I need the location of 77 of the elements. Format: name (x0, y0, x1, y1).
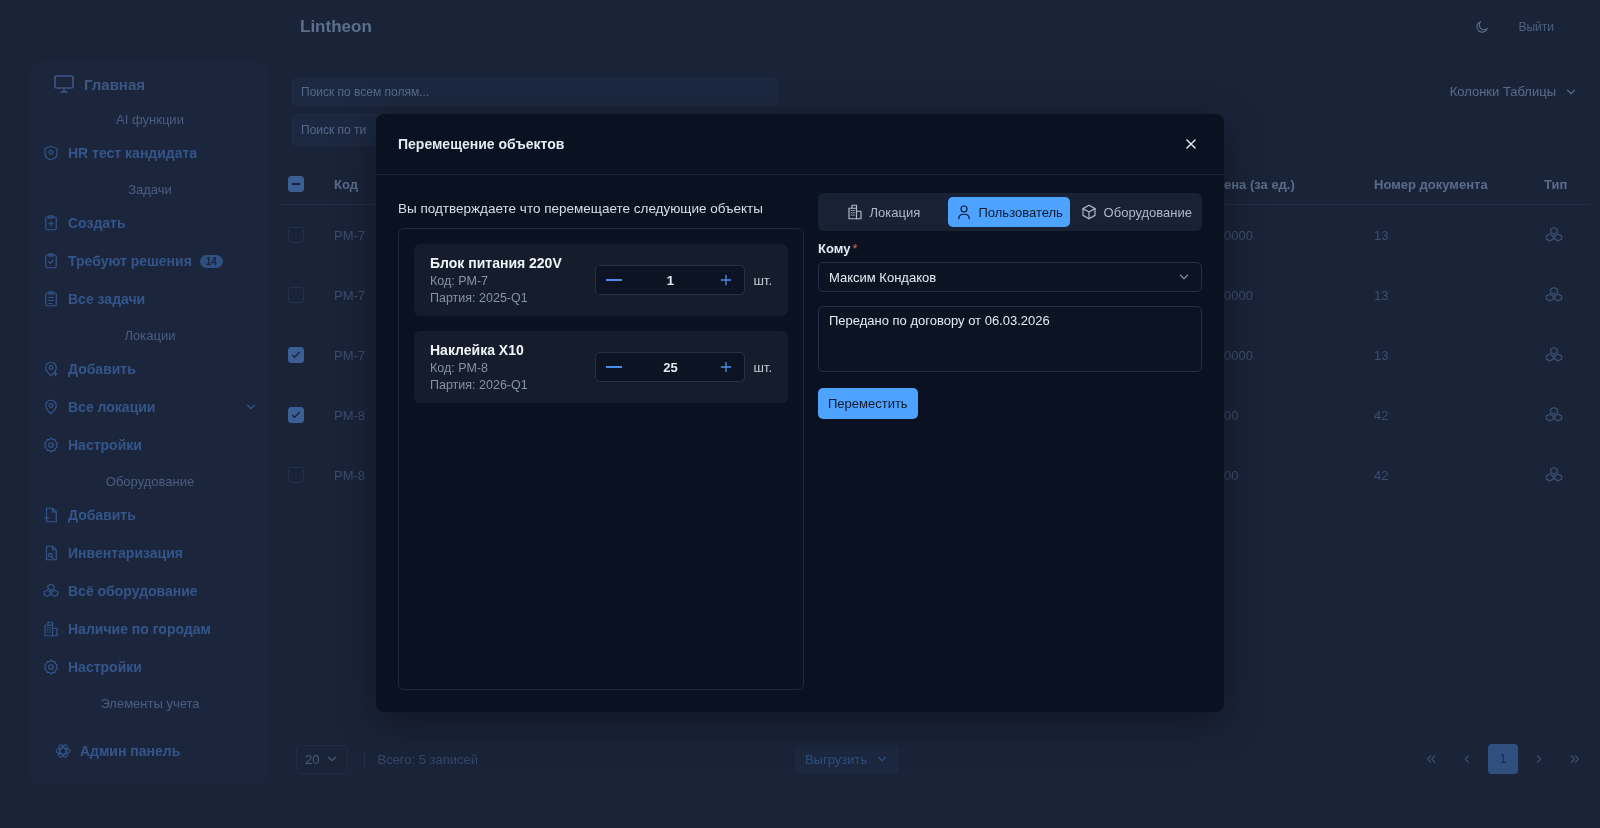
clipboard-plus-icon (42, 214, 60, 232)
comment-field[interactable]: Передано по договору от 06.03.2026 (818, 306, 1202, 372)
logout-button[interactable]: Выйти (1512, 19, 1560, 35)
sidebar-item[interactable]: Создать (42, 204, 258, 242)
select-all-checkbox[interactable] (288, 176, 304, 192)
settings-icon (42, 658, 60, 676)
cube-icon (1079, 203, 1098, 221)
item-code: Код: PM-7 (430, 274, 490, 288)
item-code: Код: PM-8 (430, 361, 490, 375)
admin-panel-link[interactable]: Админ панель (42, 732, 258, 770)
column-header: Номер документа (1374, 176, 1489, 192)
sidebar-item[interactable]: Добавить (42, 350, 258, 388)
atom-icon (54, 742, 72, 760)
sidebar-item[interactable]: Инвентаризация (42, 534, 258, 572)
page-button[interactable]: 1 (1488, 744, 1518, 774)
pin-plus-icon (42, 360, 60, 378)
clipboard-list-icon (42, 290, 60, 308)
export-dropdown[interactable]: Выгрузить (794, 744, 900, 774)
double-chevron-left-icon (1424, 752, 1438, 766)
tab[interactable]: Локация (822, 197, 944, 227)
close-icon (1184, 137, 1198, 151)
tab[interactable]: Оборудование (1073, 197, 1198, 227)
sidebar-item[interactable]: Добавить (42, 496, 258, 534)
count-badge: 14 (199, 254, 223, 268)
row-checkbox[interactable] (288, 407, 304, 423)
sidebar-item[interactable]: Все задачи (42, 280, 258, 318)
sidebar-section-title: Элементы учета (99, 695, 201, 713)
building-icon (845, 203, 864, 221)
page-size-select[interactable]: 20 (296, 744, 349, 774)
sidebar-item[interactable]: Наличие по городам (42, 610, 258, 648)
row-checkbox[interactable] (288, 347, 304, 363)
theme-toggle-button[interactable] (1474, 19, 1491, 35)
confirmation-text: Вы подтверждаете что перемещаете следующие объекты (398, 201, 764, 216)
building-icon (42, 620, 60, 638)
minus-icon (606, 366, 623, 368)
column-header: Код (334, 176, 359, 192)
column-header: ена (за ед.) (1224, 176, 1296, 192)
sidebar-item[interactable]: Все локации (42, 388, 258, 426)
item-batch: Партия: 2026-Q1 (430, 378, 529, 392)
field-label: Кому (818, 241, 851, 256)
file-plus-icon (42, 506, 60, 524)
sidebar-item[interactable]: Требуют решения 14 (42, 242, 258, 280)
minus-icon (606, 279, 623, 281)
tab[interactable]: Пользователь (947, 197, 1070, 227)
settings-icon (42, 436, 60, 454)
moon-icon (1474, 19, 1491, 35)
sidebar-item[interactable]: HR тест кандидата (42, 134, 258, 172)
quantity-value[interactable]: 25 (632, 359, 709, 375)
item-batch: Партия: 2025-Q1 (430, 291, 529, 305)
app-title: Lintheon (300, 17, 372, 37)
checkmark-icon (290, 349, 302, 361)
unit-label: шт. (753, 359, 772, 375)
shield-icon (42, 144, 60, 162)
sidebar-item[interactable]: Настройки (42, 426, 258, 464)
search-field[interactable]: Поиск по всем полям... (292, 78, 778, 106)
item-name: Наклейка X10 (430, 342, 525, 358)
sidebar-section-title: AI функции (115, 111, 185, 129)
sidebar-item[interactable]: Всё оборудование (42, 572, 258, 610)
quantity-value[interactable]: 1 (632, 272, 709, 288)
sidebar-home-link[interactable]: Главная (42, 66, 258, 102)
sidebar-section-title: Оборудование (104, 473, 196, 491)
required-mark: * (852, 241, 858, 256)
checkmark-icon (290, 409, 302, 421)
clipboard-check-icon (42, 252, 60, 270)
sidebar-section-title: Локации (123, 327, 177, 345)
recipient-select[interactable]: Максим Кондаков (818, 262, 1202, 292)
monitor-icon (52, 72, 76, 96)
item-name: Блок питания 220V (430, 255, 563, 271)
table-columns-dropdown[interactable]: Колонки Таблицы (1437, 78, 1590, 105)
pin-icon (42, 398, 60, 416)
move-button[interactable]: Переместить (818, 388, 918, 419)
cubes-icon (42, 582, 60, 600)
double-chevron-right-icon (1568, 752, 1582, 766)
column-header: Тип (1544, 176, 1569, 192)
sidebar-item[interactable]: Настройки (42, 648, 258, 686)
unit-label: шт. (753, 272, 772, 288)
sidebar-section-title: Задачи (127, 181, 173, 199)
